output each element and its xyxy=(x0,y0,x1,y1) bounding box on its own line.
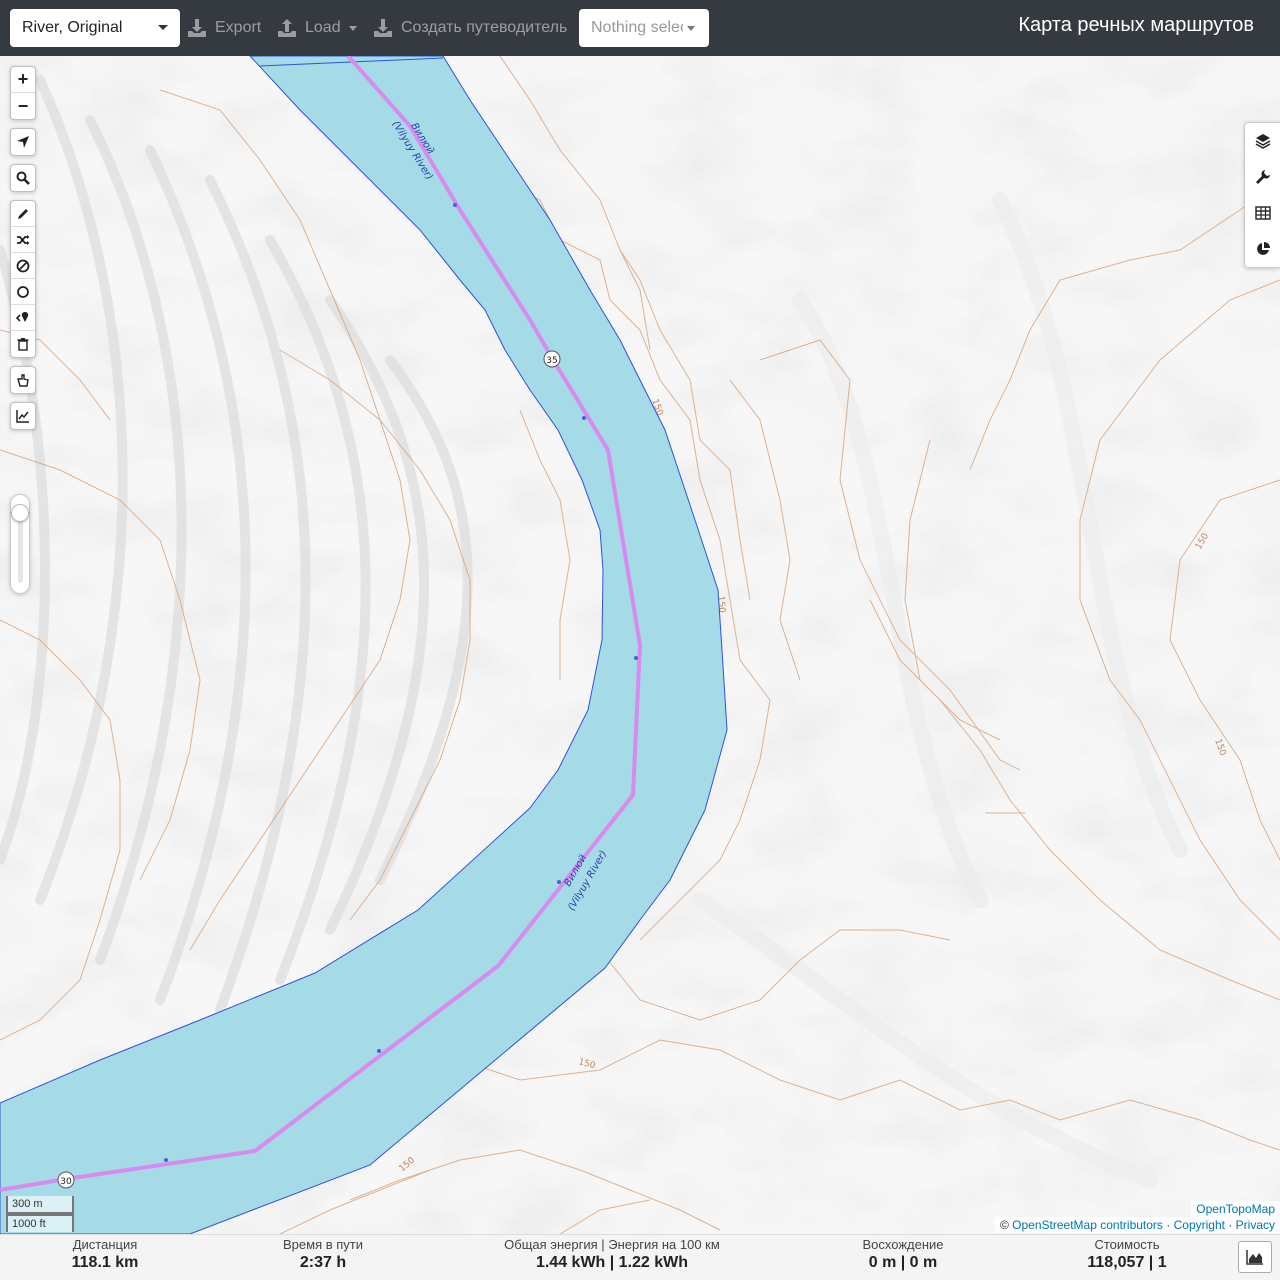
pencil-icon xyxy=(18,208,28,219)
travel-time-label: Время в пути xyxy=(283,1237,363,1252)
reverse-route-button[interactable] xyxy=(11,227,35,253)
download-icon xyxy=(188,19,206,37)
trash-icon xyxy=(17,338,29,351)
elevation-control xyxy=(10,402,36,430)
copyright-link[interactable]: Copyright xyxy=(1174,1218,1225,1232)
right-toolbar xyxy=(1244,122,1280,268)
layers-icon xyxy=(1255,134,1270,149)
attrib-separator: · xyxy=(1228,1218,1233,1232)
summary-travel-time: Время в пути 2:37 h xyxy=(253,1235,393,1272)
summary-ascent: Восхождение 0 m | 0 m xyxy=(843,1235,963,1272)
privacy-link[interactable]: Privacy xyxy=(1236,1218,1275,1232)
draw-route-button[interactable] xyxy=(11,201,35,227)
hand-pointer-icon xyxy=(17,374,29,387)
top-navbar: River, Original Export Load Создать путе… xyxy=(0,0,1280,56)
upload-icon xyxy=(278,19,296,37)
summary-cost: Стоимость 118,057 | 1 xyxy=(1067,1235,1187,1272)
search-icon xyxy=(16,171,30,185)
wrench-icon xyxy=(1255,170,1270,184)
poi-button[interactable] xyxy=(11,305,35,331)
no-go-area-button[interactable] xyxy=(11,253,35,279)
circle-area-button[interactable] xyxy=(11,279,35,305)
cost-value: 118,057 | 1 xyxy=(1087,1254,1167,1271)
area-chart-icon xyxy=(1246,1250,1263,1265)
route-summary: Дистанция 118.1 km Время в пути 2:37 h О… xyxy=(0,1234,1280,1280)
cost-label: Стоимость xyxy=(1094,1237,1160,1252)
export-button[interactable]: Export xyxy=(187,9,261,47)
selection-dropdown[interactable]: Nothing selected xyxy=(579,9,709,47)
pie-chart-icon xyxy=(1256,242,1270,255)
scale-metric: 300 m xyxy=(6,1196,74,1214)
ascent-label: Восхождение xyxy=(862,1237,944,1252)
map-layer: 150 150 150 150 150 150 Вилюй (Vilyuy Ri… xyxy=(0,56,1280,1234)
export-label: Export xyxy=(215,19,262,36)
gesture-control xyxy=(10,366,36,394)
draw-toolbar xyxy=(10,200,36,358)
slider-thumb[interactable] xyxy=(11,503,29,522)
summary-distance: Дистанция 118.1 km xyxy=(45,1235,165,1272)
travel-time-value: 2:37 h xyxy=(299,1254,347,1271)
distance-value: 118.1 km xyxy=(71,1254,139,1271)
app-title: Карта речных маршрутов xyxy=(1018,14,1254,36)
zoom-in-button[interactable]: + xyxy=(11,67,35,93)
locate-button[interactable] xyxy=(11,129,35,155)
waypoint-marker[interactable]: 30 xyxy=(57,1171,75,1189)
pointer-mode-button[interactable] xyxy=(11,367,35,393)
locate-control xyxy=(10,128,36,156)
download-icon xyxy=(374,19,392,37)
table-icon xyxy=(1254,206,1271,220)
create-guide-label: Создать путеводитель xyxy=(401,19,568,36)
no-entry-icon xyxy=(16,259,30,272)
delete-route-button[interactable] xyxy=(11,331,35,357)
summary-energy: Общая энергия | Энергия на 100 км 1.44 k… xyxy=(482,1235,742,1272)
tiles-link[interactable]: OpenTopoMap xyxy=(1196,1202,1275,1216)
elevation-profile-button[interactable] xyxy=(11,403,35,429)
chevron-down-icon xyxy=(348,25,357,31)
locate-icon xyxy=(17,136,29,148)
shuffle-icon xyxy=(17,234,30,245)
elevation-chart-icon xyxy=(16,410,29,423)
energy-label: Общая энергия | Энергия на 100 км xyxy=(504,1237,720,1252)
tile-attribution[interactable]: OpenTopoMap xyxy=(1191,1201,1280,1217)
opacity-slider[interactable] xyxy=(10,494,30,594)
create-guide-button[interactable]: Создать путеводитель xyxy=(373,9,567,47)
attrib-separator: · xyxy=(1166,1218,1171,1232)
map-attribution: © OpenStreetMap contributors · Copyright… xyxy=(994,1217,1280,1233)
statistics-button[interactable] xyxy=(1245,231,1280,267)
search-control xyxy=(10,164,36,192)
waypoint-marker[interactable]: 35 xyxy=(543,350,561,368)
waypoint-label: 30 xyxy=(60,1177,72,1187)
waypoint-label: 35 xyxy=(546,356,557,366)
chevron-down-icon xyxy=(687,26,695,31)
scale-bar: 300 m 1000 ft xyxy=(6,1196,74,1232)
profile-select[interactable]: River, Original xyxy=(10,9,180,47)
copyright-symbol: © xyxy=(999,1218,1009,1232)
selection-dropdown-value: Nothing selected xyxy=(591,19,683,36)
elevation-chart-button[interactable] xyxy=(1238,1241,1272,1273)
distance-label: Дистанция xyxy=(72,1237,138,1252)
ascent-value: 0 m | 0 m xyxy=(868,1254,938,1271)
poi-icon xyxy=(16,311,29,322)
zoom-control: + − xyxy=(10,66,36,120)
load-label: Load xyxy=(305,19,341,36)
chevron-down-icon xyxy=(158,25,168,30)
settings-button[interactable] xyxy=(1245,159,1280,195)
osm-link[interactable]: OpenStreetMap contributors xyxy=(1012,1218,1163,1232)
layers-button[interactable] xyxy=(1245,123,1280,159)
search-button[interactable] xyxy=(11,165,35,191)
energy-value: 1.44 kWh | 1.22 kWh xyxy=(535,1254,689,1271)
profile-select-value: River, Original xyxy=(22,19,123,36)
data-table-button[interactable] xyxy=(1245,195,1280,231)
map-canvas[interactable]: 150 150 150 150 150 150 Вилюй (Vilyuy Ri… xyxy=(0,56,1280,1234)
load-button[interactable]: Load xyxy=(277,9,357,47)
circle-icon xyxy=(17,285,29,298)
zoom-out-button[interactable]: − xyxy=(11,93,35,119)
scale-imperial: 1000 ft xyxy=(6,1214,74,1232)
